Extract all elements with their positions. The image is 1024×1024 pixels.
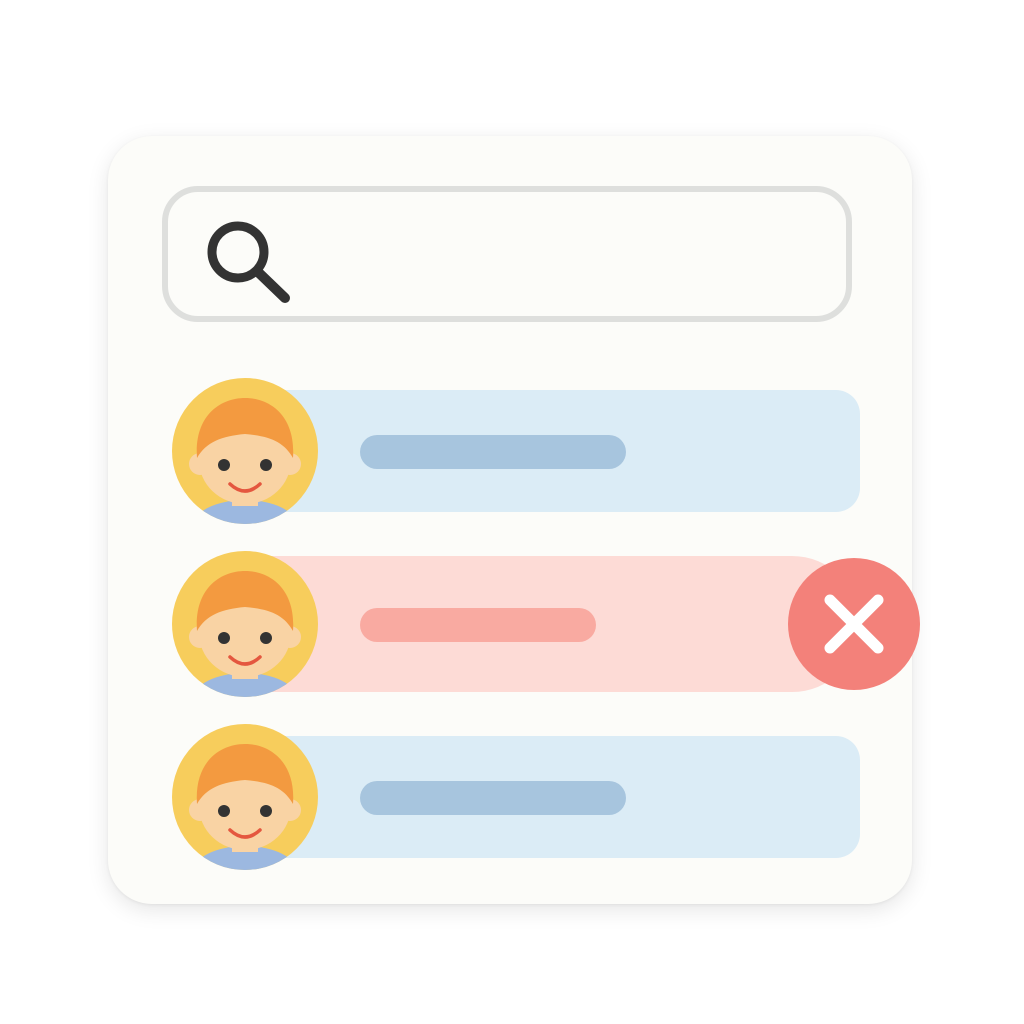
list-item-label (360, 608, 596, 642)
list-item-deleting[interactable] (170, 549, 920, 699)
avatar-icon (172, 551, 318, 697)
list-item-label (360, 435, 626, 469)
list-item-label (360, 781, 626, 815)
close-icon (824, 594, 884, 654)
delete-button[interactable] (788, 558, 920, 690)
list-item[interactable] (170, 376, 860, 526)
avatar-icon (172, 378, 318, 524)
search-icon (207, 221, 290, 303)
avatar-icon (172, 724, 318, 870)
search-input[interactable] (308, 222, 832, 296)
contact-list-panel (108, 136, 920, 904)
list-item[interactable] (170, 722, 860, 872)
search-bar[interactable] (162, 186, 852, 322)
